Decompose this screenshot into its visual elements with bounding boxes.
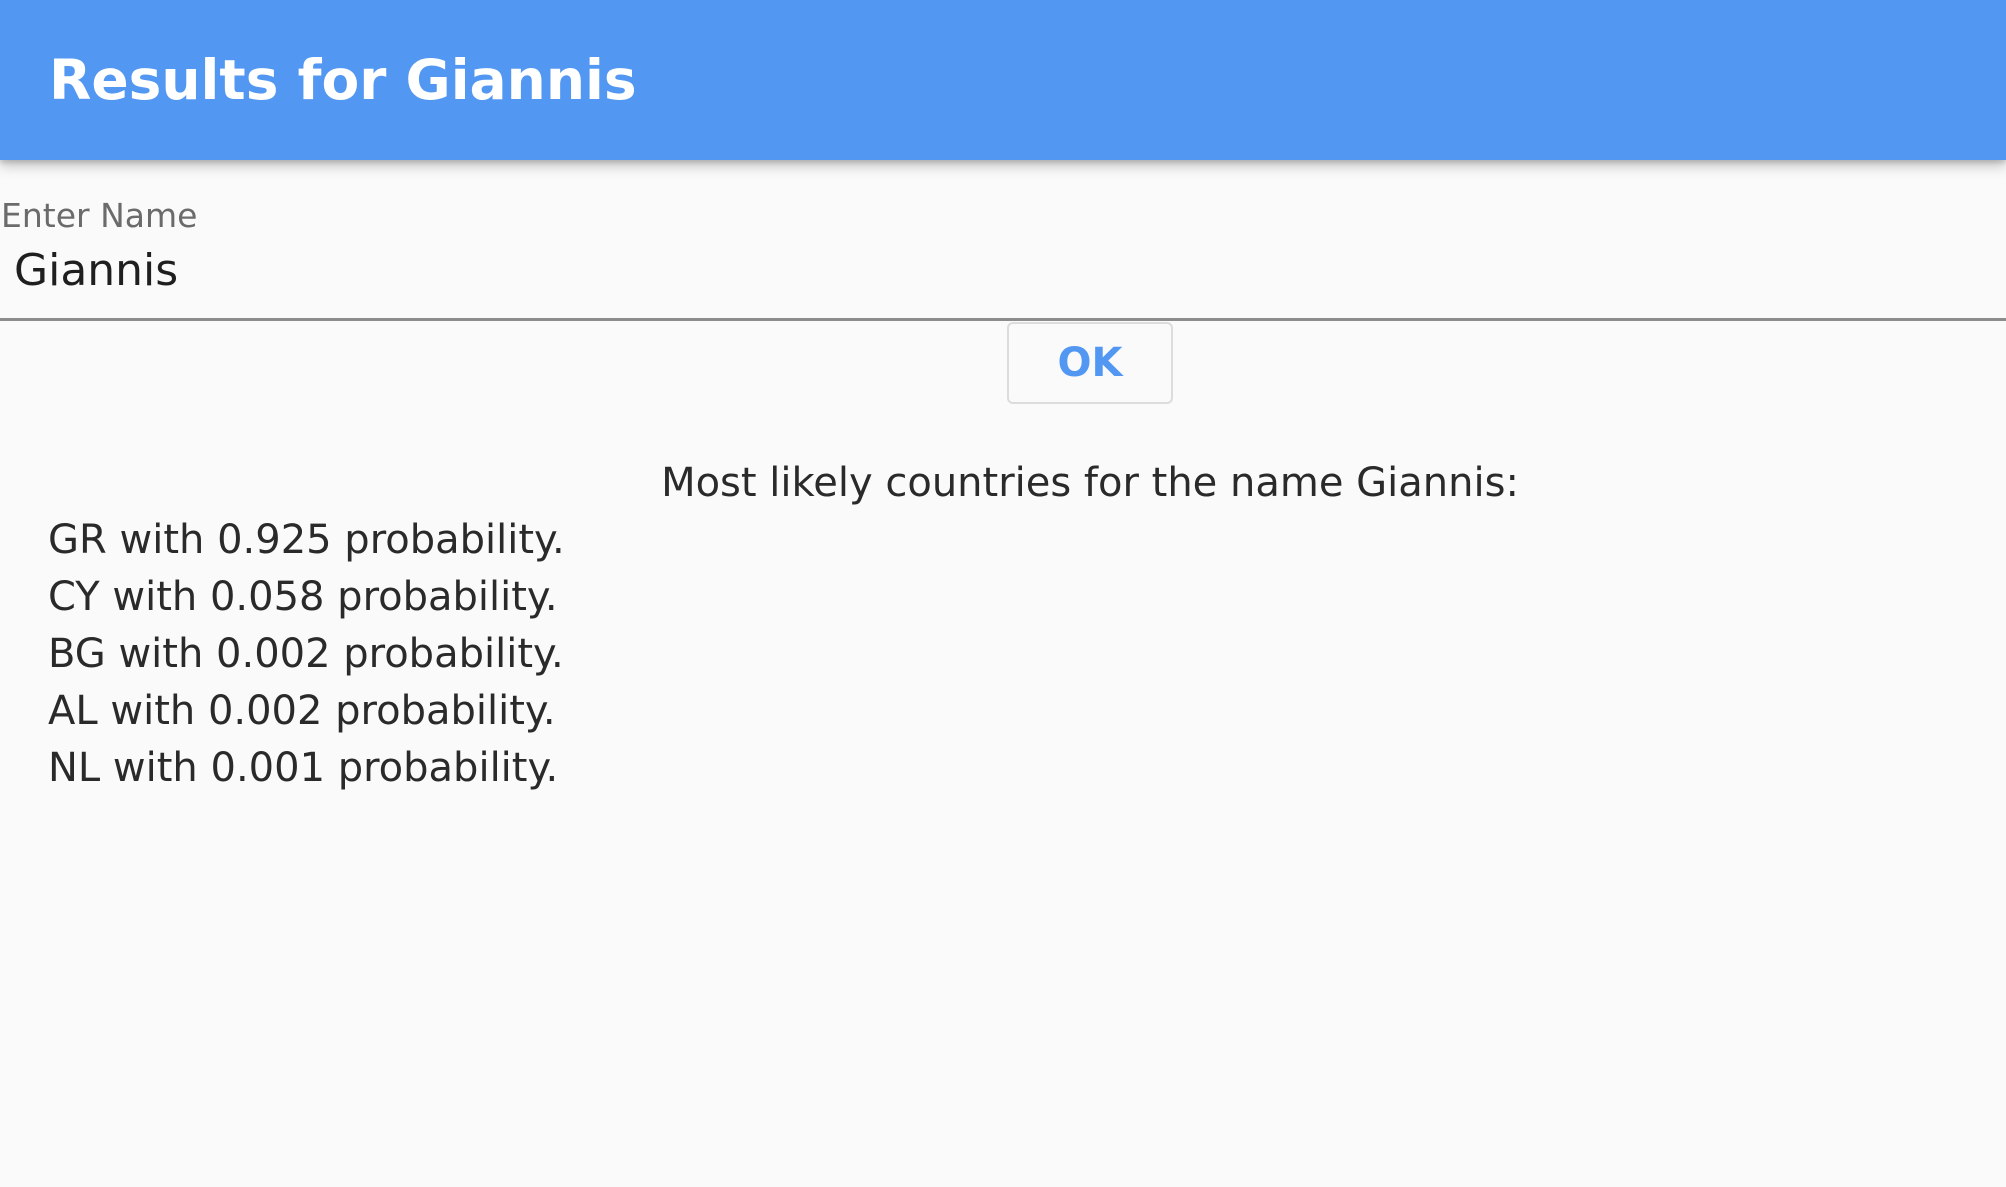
result-item: CY with 0.058 probability.	[48, 574, 558, 620]
results-heading: Most likely countries for the name Giann…	[661, 460, 1519, 506]
results-list: GR with 0.925 probability. CY with 0.058…	[48, 512, 565, 797]
app-bar: Results for Giannis	[0, 0, 2006, 160]
result-item: BG with 0.002 probability.	[48, 631, 564, 677]
name-field-underline	[0, 318, 2006, 321]
ok-button[interactable]: OK	[1007, 322, 1173, 404]
name-field-label: Enter Name	[1, 196, 198, 235]
page-title: Results for Giannis	[49, 48, 637, 112]
result-item: NL with 0.001 probability.	[48, 745, 559, 791]
name-input[interactable]	[14, 240, 1974, 300]
name-field: Enter Name	[0, 160, 2006, 321]
result-item: GR with 0.925 probability.	[48, 517, 565, 563]
result-item: AL with 0.002 probability.	[48, 688, 556, 734]
